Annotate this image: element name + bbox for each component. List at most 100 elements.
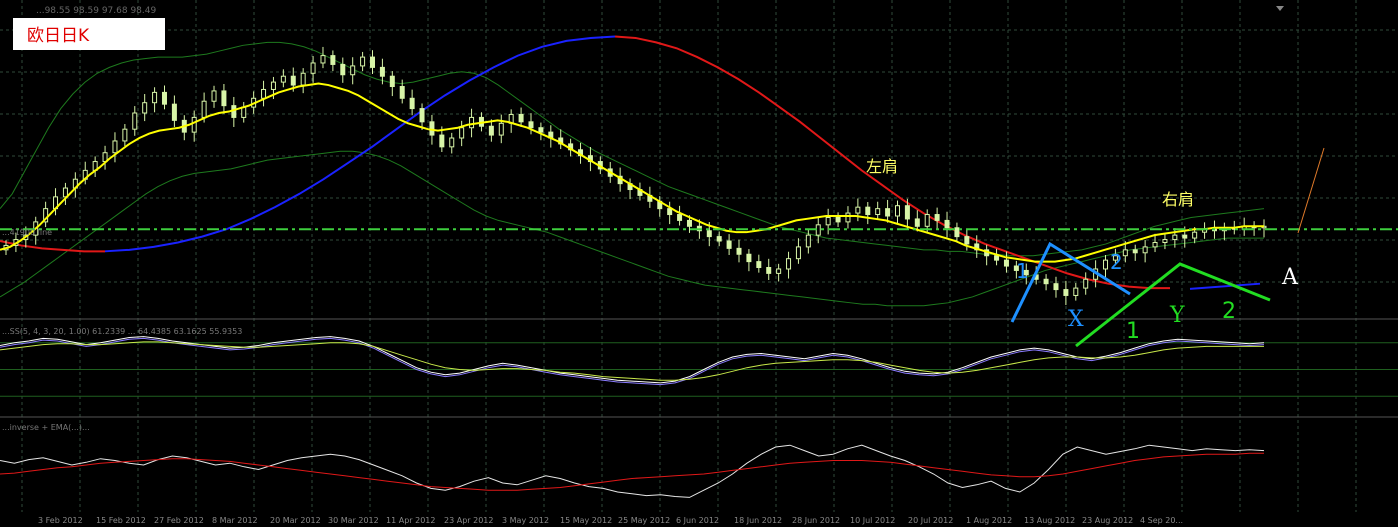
candle-body bbox=[518, 113, 524, 123]
candle-body bbox=[726, 240, 732, 249]
candle-body bbox=[409, 97, 415, 110]
x-axis: 3 Feb 2012 15 Feb 2012 27 Feb 2012 8 Mar 20… bbox=[38, 516, 1183, 525]
stoch-label: ...SS(5, 4, 3, 20, 1.00) 61.2339 ... 64.… bbox=[2, 327, 242, 336]
candle-body bbox=[370, 56, 376, 68]
blue-label-x: X bbox=[1068, 307, 1084, 332]
candle-body bbox=[746, 253, 752, 263]
candle-body bbox=[1142, 246, 1148, 254]
price-label: ...41900 line bbox=[2, 228, 52, 237]
candle-body bbox=[122, 128, 128, 142]
candle-body bbox=[924, 214, 930, 227]
candle-body bbox=[171, 103, 177, 121]
candle-body bbox=[964, 236, 970, 245]
candle-body bbox=[845, 212, 851, 223]
candle-body bbox=[934, 214, 940, 221]
candle-body bbox=[1053, 283, 1059, 291]
candle-body bbox=[469, 116, 475, 129]
candle-body bbox=[736, 247, 742, 255]
candle-body bbox=[716, 236, 722, 242]
x-tick-label: 11 Apr 2012 bbox=[386, 516, 435, 525]
price-panel bbox=[0, 35, 1398, 307]
x-tick-label: 6 Jun 2012 bbox=[676, 516, 719, 525]
candle-body bbox=[488, 125, 494, 136]
x-tick-label: 15 Feb 2012 bbox=[96, 516, 146, 525]
candle-body bbox=[142, 102, 148, 114]
candle-body bbox=[528, 121, 534, 129]
candle-body bbox=[459, 127, 465, 139]
candle-body bbox=[340, 63, 346, 76]
candle-body bbox=[1083, 278, 1089, 289]
x-tick-label: 30 Mar 2012 bbox=[328, 516, 379, 525]
x-tick-label: 20 Jul 2012 bbox=[908, 516, 953, 525]
candle-body bbox=[310, 62, 316, 74]
stochastic-panel bbox=[0, 336, 1398, 397]
candle-body bbox=[379, 66, 385, 77]
title-box: 欧日日K bbox=[13, 18, 165, 50]
candle-body bbox=[865, 206, 871, 216]
x-tick-label: 28 Jun 2012 bbox=[792, 516, 840, 525]
bottom-label: ...inverse + EMA(...)... bbox=[2, 423, 90, 432]
forex-chart: 3 Feb 2012 15 Feb 2012 27 Feb 2012 8 Mar 20… bbox=[0, 0, 1398, 525]
blue-label-1: 1 bbox=[1016, 259, 1029, 283]
chart-title: 欧日日K bbox=[27, 26, 90, 46]
x-tick-label: 23 Aug 2012 bbox=[1082, 516, 1133, 525]
breakout-orange-line bbox=[1297, 147, 1325, 234]
candle-body bbox=[894, 205, 900, 217]
candle-body bbox=[201, 100, 207, 118]
candle-body bbox=[776, 268, 782, 274]
candle-body bbox=[261, 88, 267, 99]
candle-body bbox=[835, 216, 841, 223]
scroll-marker-icon[interactable] bbox=[1276, 6, 1284, 11]
candle-body bbox=[152, 91, 158, 104]
candle-body bbox=[686, 219, 692, 227]
x-tick-label: 1 Aug 2012 bbox=[966, 516, 1012, 525]
candle-body bbox=[1063, 289, 1069, 296]
candle-body bbox=[875, 208, 881, 216]
left-shoulder-label: 左肩 bbox=[866, 157, 898, 176]
x-tick-label: 3 May 2012 bbox=[502, 516, 549, 525]
candle-body bbox=[1182, 234, 1188, 239]
candle-body bbox=[320, 55, 326, 64]
candle-body bbox=[429, 121, 435, 136]
blue-ma-tail-line bbox=[1189, 282, 1261, 290]
x-tick-label: 18 Jun 2012 bbox=[734, 516, 782, 525]
stoch-main-line bbox=[0, 337, 1265, 386]
candle-body bbox=[954, 227, 960, 238]
x-tick-label: 13 Aug 2012 bbox=[1024, 516, 1075, 525]
candle-body bbox=[795, 246, 801, 260]
momentum-red-line bbox=[0, 452, 1264, 491]
right-shoulder-label: 右肩 bbox=[1162, 190, 1194, 209]
candle-body bbox=[132, 112, 138, 130]
candle-body bbox=[1132, 249, 1138, 254]
grid-lines bbox=[0, 0, 1398, 512]
candle-body bbox=[904, 205, 910, 220]
candle-body bbox=[439, 134, 445, 148]
green-label-1: 1 bbox=[1126, 319, 1140, 344]
candle-body bbox=[756, 261, 762, 269]
candle-body bbox=[241, 106, 247, 118]
candle-body bbox=[786, 258, 792, 270]
candle-body bbox=[1172, 234, 1178, 241]
candle-body bbox=[1122, 249, 1128, 257]
candle-body bbox=[161, 91, 167, 105]
candle-body bbox=[1073, 287, 1079, 296]
candle-body bbox=[270, 81, 276, 90]
candle-body bbox=[805, 234, 811, 248]
candle-body bbox=[1152, 241, 1158, 248]
candle-body bbox=[498, 122, 504, 136]
candle-body bbox=[290, 75, 296, 86]
candle-body bbox=[399, 86, 405, 99]
green-label-2: 2 bbox=[1222, 299, 1236, 324]
candle-body bbox=[211, 90, 217, 102]
x-tick-label: 25 May 2012 bbox=[618, 516, 670, 525]
candle-body bbox=[1043, 278, 1049, 285]
candle-body bbox=[330, 55, 336, 65]
candle-body bbox=[706, 230, 712, 238]
x-tick-label: 15 May 2012 bbox=[560, 516, 612, 525]
candle-body bbox=[300, 72, 306, 86]
momentum-white-line bbox=[0, 444, 1265, 498]
candle-body bbox=[419, 108, 425, 123]
candle-body bbox=[1003, 259, 1009, 267]
upper-band-line bbox=[0, 41, 1265, 257]
candle-body bbox=[449, 137, 455, 148]
